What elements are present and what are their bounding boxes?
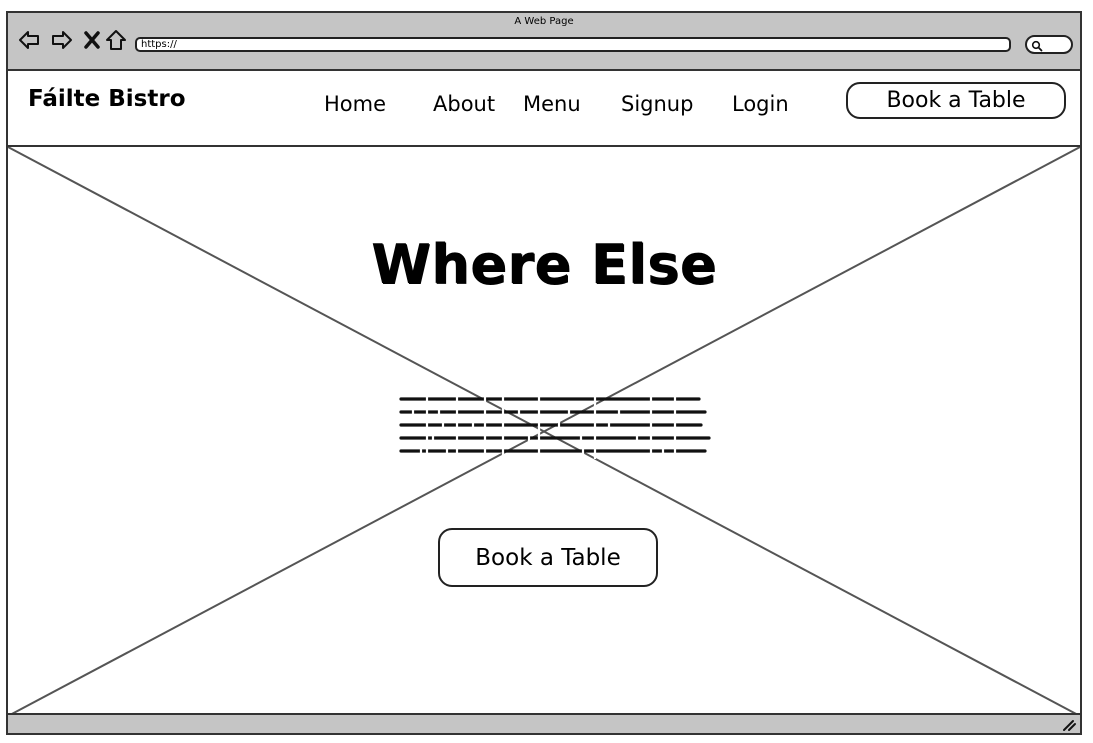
nav-signup[interactable]: Signup	[621, 92, 693, 116]
hero-title: Where Else	[371, 233, 717, 296]
search-button[interactable]	[1025, 35, 1073, 54]
home-icon[interactable]	[105, 29, 127, 51]
url-input[interactable]	[135, 37, 1011, 52]
nav-menu[interactable]: Menu	[523, 92, 581, 116]
book-table-hero-button[interactable]: Book a Table	[438, 528, 658, 587]
nav-login[interactable]: Login	[732, 92, 789, 116]
close-icon[interactable]	[81, 29, 103, 51]
status-bar	[8, 713, 1080, 733]
browser-toolbar: A Web Page	[8, 13, 1080, 71]
search-icon	[1031, 40, 1043, 52]
brand-logo[interactable]: Fáilte Bistro	[28, 86, 186, 112]
browser-window: A Web Page Fáilte Bistro Home About Menu…	[6, 11, 1082, 735]
back-arrow-icon[interactable]	[18, 29, 40, 51]
site-header: Fáilte Bistro Home About Menu Signup Log…	[8, 71, 1080, 147]
placeholder-text-block	[399, 395, 711, 459]
book-table-header-button[interactable]: Book a Table	[846, 82, 1066, 119]
hero-section: Where Else Book a Table	[8, 147, 1080, 716]
forward-arrow-icon[interactable]	[51, 29, 73, 51]
window-title: A Web Page	[514, 16, 574, 27]
nav-about[interactable]: About	[433, 92, 495, 116]
resize-grip-icon[interactable]	[1061, 718, 1077, 732]
nav-home[interactable]: Home	[324, 92, 386, 116]
